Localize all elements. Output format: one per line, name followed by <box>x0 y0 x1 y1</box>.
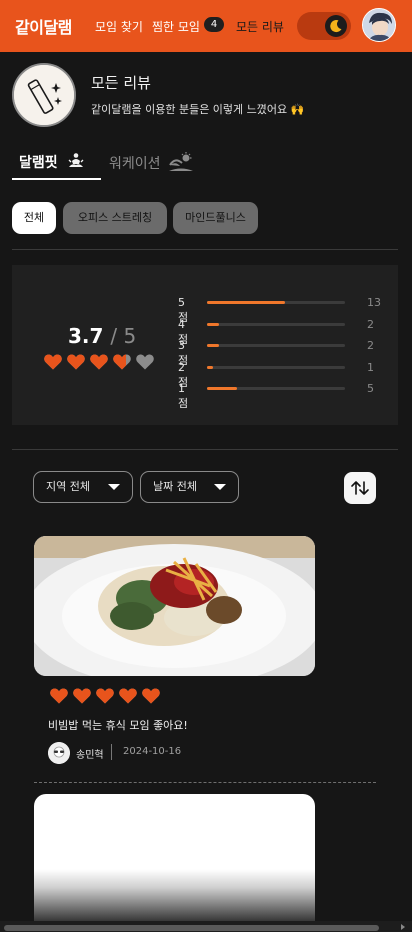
average-value: 3.7 <box>68 324 104 348</box>
heart-icon <box>96 688 114 704</box>
rating-bar-track <box>207 301 345 304</box>
meta-separator <box>111 744 112 760</box>
heart-icon <box>142 688 160 704</box>
scroll-right-arrow-icon[interactable] <box>401 924 405 930</box>
rating-bar-count: 13 <box>367 296 381 309</box>
heart-icon <box>50 688 68 704</box>
beach-sun-icon <box>168 152 193 171</box>
heart-icon <box>67 354 85 370</box>
filter-chip-mindfulness[interactable]: 마인드풀니스 <box>173 202 258 234</box>
date-filter-dropdown[interactable]: 날짜 전체 <box>140 471 239 503</box>
heart-icon <box>119 688 137 704</box>
sort-button[interactable] <box>344 472 376 504</box>
user-avatar[interactable] <box>362 8 396 42</box>
chevron-down-icon <box>214 484 226 490</box>
section-divider <box>12 449 398 450</box>
sort-arrows-icon <box>351 481 369 495</box>
reviewer-name: 송민혁 <box>76 750 104 761</box>
tab-label: 달램핏 <box>19 155 58 171</box>
region-filter-dropdown[interactable]: 지역 전체 <box>33 471 133 503</box>
date-filter-value: 날짜 전체 <box>153 480 197 493</box>
rating-bar-count: 2 <box>367 339 374 352</box>
rating-bar-fill <box>207 344 219 347</box>
heart-icon <box>73 688 91 704</box>
rating-bar-fill <box>207 387 237 390</box>
nav-all-reviews[interactable]: 모든 리뷰 <box>236 18 284 35</box>
scrollbar-thumb[interactable] <box>4 925 379 931</box>
heart-icon <box>44 354 62 370</box>
heart-icon <box>136 354 154 370</box>
nav-find-gathering[interactable]: 모임 찾기 <box>95 18 143 35</box>
page-subtitle: 같이달램을 이용한 분들은 이렇게 느꼈어요 🙌 <box>91 103 305 116</box>
reviews-illustration <box>12 63 76 127</box>
tab-dallaemfit[interactable]: 달램핏 <box>19 152 85 172</box>
rating-bar-label: 1점 <box>178 382 189 410</box>
heart-icon <box>113 354 131 370</box>
reviewer-avatar <box>48 742 70 764</box>
rating-bar-count: 5 <box>367 382 374 395</box>
review-rating-hearts <box>49 686 164 710</box>
rating-bar-track <box>207 344 345 347</box>
app-logo[interactable]: 같이달램 <box>15 14 72 38</box>
average-score: 3.7 / 5 <box>68 324 136 348</box>
section-divider <box>12 249 398 250</box>
moon-icon <box>325 15 347 37</box>
review-image <box>34 536 315 676</box>
review-text: 비빔밥 먹는 휴식 모임 좋아요! <box>48 719 188 732</box>
review-date: 2024-10-16 <box>123 746 182 757</box>
nav-favorite-gatherings[interactable]: 찜한 모임 <box>152 18 200 35</box>
rating-summary-card: 3.7 / 5 5점 13 4점 2 3점 2 2점 1 1점 5 <box>12 265 398 425</box>
meditation-icon <box>68 153 83 167</box>
top-header: 같이달램 모임 찾기 찜한 모임 4 모든 리뷰 <box>0 0 412 52</box>
rating-bar-count: 2 <box>367 318 374 331</box>
average-max: / 5 <box>110 324 137 348</box>
favorites-count-badge: 4 <box>204 17 224 32</box>
theme-toggle[interactable] <box>297 12 351 40</box>
rating-bar-track <box>207 387 345 390</box>
rating-bar-fill <box>207 301 285 304</box>
rating-bar-track <box>207 323 345 326</box>
rating-bar-fill <box>207 323 219 326</box>
tab-workation[interactable]: 워케이션 <box>109 152 193 173</box>
filter-chip-all[interactable]: 전체 <box>12 202 56 234</box>
page-title: 모든 리뷰 <box>91 74 151 92</box>
rating-bar-track <box>207 366 345 369</box>
region-filter-value: 지역 전체 <box>46 480 90 493</box>
chevron-down-icon <box>108 484 120 490</box>
review-divider <box>34 782 376 783</box>
review-image <box>34 794 315 924</box>
rating-bar-fill <box>207 366 213 369</box>
average-hearts <box>43 352 158 376</box>
tab-label: 워케이션 <box>109 156 161 172</box>
filter-chip-office-stretching[interactable]: 오피스 스트레칭 <box>63 202 167 234</box>
active-tab-indicator <box>12 178 101 180</box>
heart-icon <box>90 354 108 370</box>
rating-bar-count: 1 <box>367 361 374 374</box>
